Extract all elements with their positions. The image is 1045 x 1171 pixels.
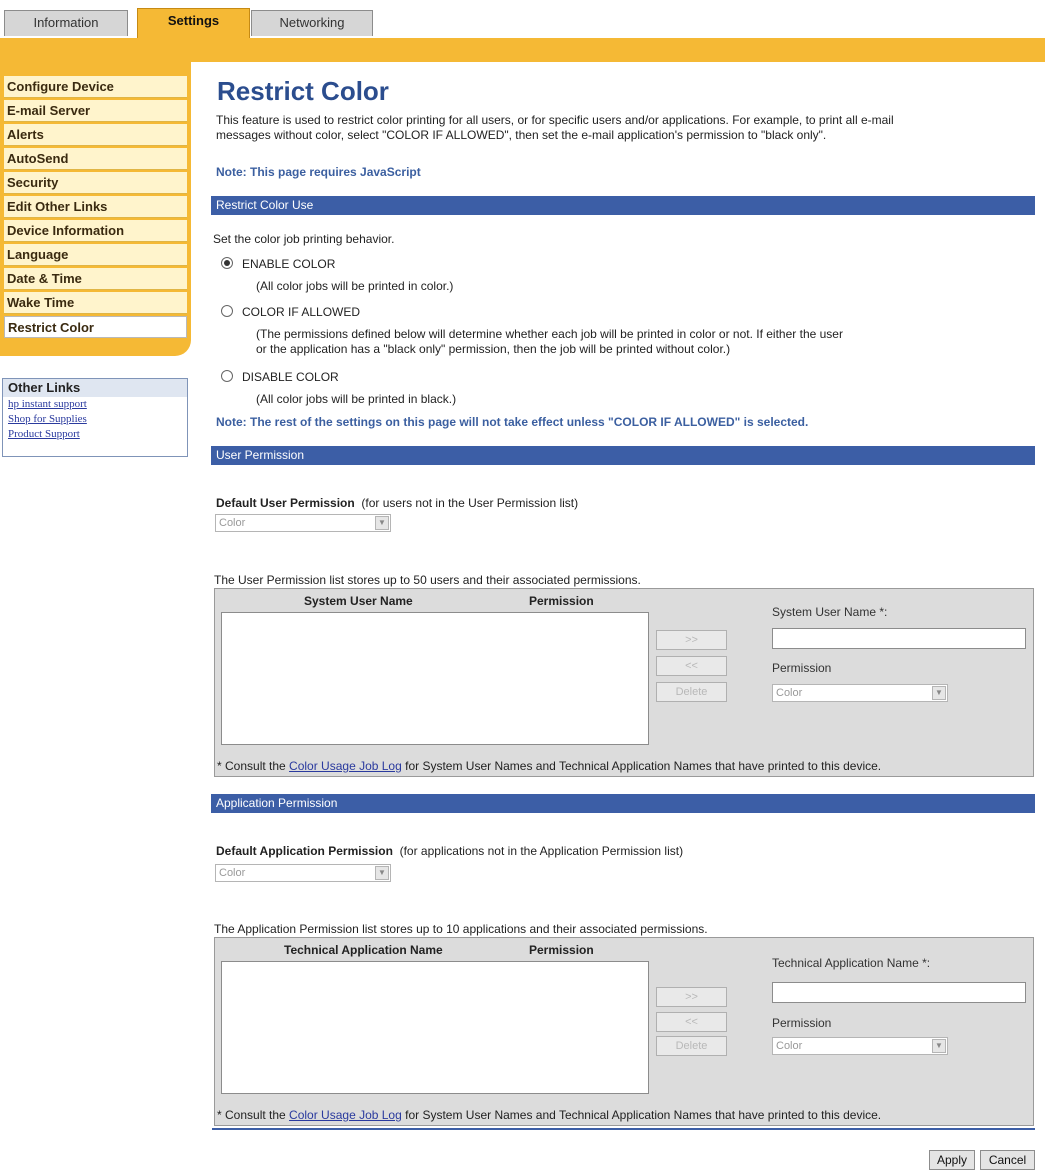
sidebar-item-date-time[interactable]: Date & Time [4,268,187,290]
section-header-application-permission: Application Permission [211,794,1035,813]
chevron-down-icon: ▼ [375,516,389,530]
default-application-permission-select[interactable]: Color ▼ [215,864,391,882]
sidebar-item-alerts[interactable]: Alerts [4,124,187,146]
app-add-button[interactable]: >> [656,987,727,1007]
link-hp-instant-support[interactable]: hp instant support [3,397,187,412]
tab-settings[interactable]: Settings [137,8,250,38]
user-remove-button[interactable]: << [656,656,727,676]
user-footnote: * Consult the Color Usage Job Log for Sy… [217,759,881,773]
option-disable-color-desc: (All color jobs will be printed in black… [256,392,457,406]
other-links-header: Other Links [3,379,187,397]
intro-text-line1: This feature is used to restrict color p… [216,113,894,127]
app-permission-select[interactable]: Color ▼ [772,1037,948,1055]
user-list-info: The User Permission list stores up to 50… [214,573,641,587]
option-color-if-allowed-label: COLOR IF ALLOWED [242,305,361,319]
default-application-permission-title: Default Application Permission [216,844,393,858]
app-color-usage-job-log-link[interactable]: Color Usage Job Log [289,1108,402,1122]
page-title: Restrict Color [217,76,389,106]
link-product-support[interactable]: Product Support [3,427,187,442]
default-user-permission-label: Default User Permission (for users not i… [216,496,578,510]
application-permission-box: Technical Application Name Permission >>… [214,937,1034,1126]
user-col-name-header: System User Name [304,594,413,608]
system-user-name-label: System User Name *: [772,605,888,619]
user-footnote-prefix: * Consult the [217,759,290,773]
system-user-name-input[interactable] [772,628,1026,649]
cancel-button[interactable]: Cancel [980,1150,1035,1170]
app-col-name-header: Technical Application Name [284,943,443,957]
user-permission-list[interactable] [221,612,649,745]
technical-application-name-label: Technical Application Name *: [772,956,931,970]
option-enable-color-desc: (All color jobs will be printed in color… [256,279,454,293]
default-application-permission-label: Default Application Permission (for appl… [216,844,683,858]
app-footnote: * Consult the Color Usage Job Log for Sy… [217,1108,881,1122]
sidebar-item-restrict-color[interactable]: Restrict Color [4,316,187,338]
technical-application-name-input[interactable] [772,982,1026,1003]
chevron-down-icon: ▼ [932,1039,946,1053]
sidebar-item-security[interactable]: Security [4,172,187,194]
default-user-permission-hint: (for users not in the User Permission li… [361,496,579,510]
sidebar-item-device-information[interactable]: Device Information [4,220,187,242]
link-shop-for-supplies[interactable]: Shop for Supplies [3,412,187,427]
user-permission-value: Color [776,687,803,699]
sidebar-item-email-server[interactable]: E-mail Server [4,100,187,122]
user-add-button[interactable]: >> [656,630,727,650]
option-disable-color-label: DISABLE COLOR [242,370,339,384]
header-band [0,38,1045,62]
sidebar-item-wake-time[interactable]: Wake Time [4,292,187,314]
user-permission-select[interactable]: Color ▼ [772,684,948,702]
intro-text-line2: messages without color, select "COLOR IF… [216,128,827,142]
app-permission-label: Permission [772,1016,832,1030]
section-header-restrict-color-use: Restrict Color Use [211,196,1035,215]
restrict-instruction: Set the color job printing behavior. [213,232,395,246]
default-user-permission-value: Color [219,517,246,529]
app-remove-button[interactable]: << [656,1012,727,1032]
radio-disable-color[interactable] [221,370,233,382]
sidebar-item-autosend[interactable]: AutoSend [4,148,187,170]
user-col-permission-header: Permission [529,594,594,608]
chevron-down-icon: ▼ [932,686,946,700]
app-delete-button[interactable]: Delete [656,1036,727,1056]
color-if-allowed-note: Note: The rest of the settings on this p… [216,415,809,429]
radio-color-if-allowed[interactable] [221,305,233,317]
default-user-permission-title: Default User Permission [216,496,355,510]
javascript-note: Note: This page requires JavaScript [216,165,421,179]
user-footnote-suffix: for System User Names and Technical Appl… [401,759,882,773]
user-delete-button[interactable]: Delete [656,682,727,702]
user-permission-label: Permission [772,661,832,675]
default-application-permission-value: Color [219,867,246,879]
option-color-if-allowed-desc-2: or the application has a "black only" pe… [256,342,731,356]
user-color-usage-job-log-link[interactable]: Color Usage Job Log [289,759,402,773]
app-footnote-prefix: * Consult the [217,1108,290,1122]
default-user-permission-select[interactable]: Color ▼ [215,514,391,532]
app-permission-value: Color [776,1040,803,1052]
app-col-permission-header: Permission [529,943,594,957]
sidebar-item-edit-other-links[interactable]: Edit Other Links [4,196,187,218]
tab-bar: Information Settings Networking [0,0,1045,38]
option-enable-color-label: ENABLE COLOR [242,257,336,271]
default-application-permission-hint: (for applications not in the Application… [399,844,684,858]
other-links-panel: Other Links hp instant support Shop for … [2,378,188,457]
user-permission-box: System User Name Permission >> << Delete… [214,588,1034,777]
sidebar-item-language[interactable]: Language [4,244,187,266]
bottom-divider [212,1128,1035,1130]
application-list-info: The Application Permission list stores u… [214,922,708,936]
tab-information[interactable]: Information [4,10,128,36]
application-permission-list[interactable] [221,961,649,1094]
app-footnote-suffix: for System User Names and Technical Appl… [401,1108,882,1122]
section-header-user-permission: User Permission [211,446,1035,465]
chevron-down-icon: ▼ [375,866,389,880]
sidebar-item-configure-device[interactable]: Configure Device [4,76,187,98]
radio-enable-color[interactable] [221,257,233,269]
apply-button[interactable]: Apply [929,1150,975,1170]
option-color-if-allowed-desc-1: (The permissions defined below will dete… [256,327,843,341]
sidebar-menu: Configure Device E-mail Server Alerts Au… [0,62,191,356]
tab-networking[interactable]: Networking [251,10,373,36]
